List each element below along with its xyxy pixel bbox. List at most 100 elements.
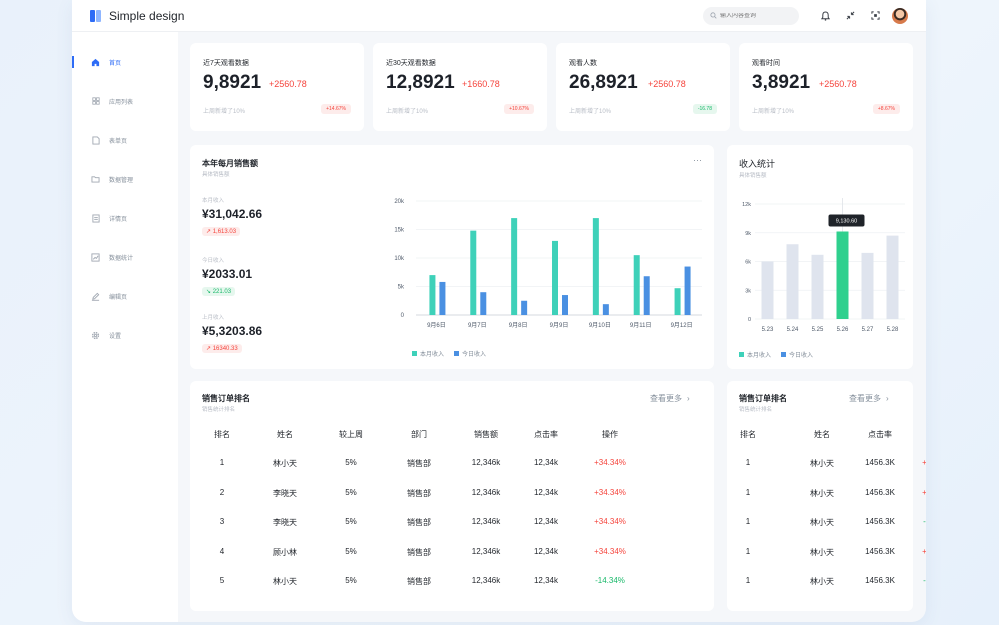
y-tick-label: 6k <box>745 260 751 266</box>
y-tick-label: 0 <box>748 317 751 323</box>
bar-today <box>602 304 609 315</box>
section-subtitle: 销售统计排名 <box>202 407 236 413</box>
table-cell: 林小天 <box>273 577 297 586</box>
scan-icon[interactable] <box>866 7 884 25</box>
sidebar-item-label: 设置 <box>109 333 122 340</box>
sidebar-item-apps[interactable]: 应用列表 <box>72 90 178 112</box>
stat-subtext: 上周新增了10% <box>569 109 612 115</box>
logo[interactable]: Simple design <box>90 9 184 23</box>
x-tick-label: 5.28 <box>887 327 899 333</box>
bell-icon[interactable] <box>816 7 834 25</box>
collapse-icon[interactable] <box>841 7 859 25</box>
table-cell: 4 <box>219 546 225 556</box>
column-header[interactable]: 销售额 <box>456 429 516 440</box>
x-tick-label: 9月10日 <box>589 322 611 329</box>
table-cell: 12,346k <box>471 546 501 556</box>
x-tick-label: 9月12日 <box>671 322 693 329</box>
x-tick-label: 5.27 <box>862 327 874 333</box>
sidebar-item-detail[interactable]: 详情页 <box>72 207 178 229</box>
bar-today <box>562 295 568 315</box>
bar-month <box>633 255 640 315</box>
bar <box>861 252 874 319</box>
status-badge: -16.78 <box>692 104 717 114</box>
table-cell: +34.34% <box>922 458 926 467</box>
table-cell: 李晓天 <box>273 488 297 498</box>
y-tick-label: 10k <box>394 256 405 262</box>
stat-subtext: 上周新增了10% <box>203 109 246 115</box>
search-input[interactable] <box>720 12 792 19</box>
x-tick-label: 9月8日 <box>509 322 528 329</box>
column-header[interactable]: 姓名 <box>792 429 852 440</box>
file-icon <box>91 136 100 145</box>
sidebar-item-settings[interactable]: 设置 <box>72 324 178 346</box>
section-subtitle: 销售统计排名 <box>739 407 773 413</box>
bar-highlighted <box>836 231 849 319</box>
bar-month <box>429 275 436 315</box>
chart-icon <box>91 252 100 262</box>
legend-item[interactable]: 今日收入 <box>781 350 813 359</box>
table-cell: 1 <box>745 517 751 526</box>
view-more-link[interactable]: 查看更多 › <box>650 393 690 404</box>
sales-ranking-card: 销售订单排名 销售统计排名 查看更多 › 排名 姓名 较上周 部门 销售额 点击率 操作 1 林… <box>190 381 714 611</box>
sidebar-item-data[interactable]: 数据管理 <box>72 168 178 190</box>
chart-legend: 本月收入 今日收入 <box>739 350 823 359</box>
legend-item[interactable]: 本月收入 <box>412 349 444 358</box>
column-header[interactable]: 较上周 <box>321 429 381 440</box>
sidebar-item-stats[interactable]: 数据统计 <box>72 246 178 268</box>
table-cell: 1456.3K <box>865 546 895 556</box>
search-icon <box>710 12 717 19</box>
stat-title: 近7天观看数据 <box>203 60 249 67</box>
table-cell: 销售部 <box>407 459 431 468</box>
stat-card-watch-time: 观看时间 3,8921 +2560.78 上周新增了10% +8.67% <box>739 43 913 131</box>
table-cell: -24.34% <box>923 517 926 526</box>
column-header[interactable]: 姓名 <box>255 429 315 440</box>
logo-icon <box>90 9 102 22</box>
stat-card-30days: 近30天观看数据 12,8921 +1660.78 上周新增了10% +10.6… <box>373 43 547 131</box>
table-cell: 销售部 <box>407 488 431 498</box>
table-cell: 1456.3K <box>865 458 895 467</box>
y-tick-label: 15k <box>394 228 405 234</box>
sidebar-item-form[interactable]: 表单页 <box>72 129 178 151</box>
avatar[interactable] <box>892 7 908 24</box>
status-badge: +8.67% <box>872 104 900 114</box>
table-cell: 12,346k <box>471 517 501 526</box>
table-cell: 5% <box>345 458 357 467</box>
table-cell: +34.34% <box>594 517 626 526</box>
x-tick-label: 5.23 <box>762 327 774 333</box>
bar <box>761 261 774 319</box>
search-box[interactable] <box>703 6 799 25</box>
home-icon <box>91 58 100 67</box>
table-cell: 1 <box>745 576 751 585</box>
view-more-link[interactable]: 查看更多 › <box>849 393 889 404</box>
sidebar-item-edit[interactable]: 编辑页 <box>72 285 178 307</box>
column-header[interactable]: 部门 <box>389 429 449 440</box>
bar <box>811 254 824 319</box>
legend-swatch <box>454 351 460 356</box>
legend-swatch <box>412 351 417 356</box>
table-cell: 12,34k <box>533 458 559 467</box>
table-cell: 1 <box>219 458 225 467</box>
bar <box>786 244 799 319</box>
table-cell: 销售部 <box>407 518 431 527</box>
table-cell: 销售部 <box>407 577 431 586</box>
sidebar-item-label: 应用列表 <box>109 99 134 106</box>
sidebar-item-label: 表单页 <box>109 138 128 145</box>
table-cell: 12,346k <box>471 458 501 467</box>
sidebar-item-home[interactable]: 首页 <box>72 51 178 73</box>
column-header[interactable]: 点击率 <box>516 429 576 440</box>
column-header[interactable]: 涨幅 <box>908 429 926 440</box>
column-header[interactable]: 点击率 <box>850 429 910 440</box>
legend-item[interactable]: 今日收入 <box>454 349 486 358</box>
stat-subtext: 上周新增了10% <box>752 109 795 115</box>
gear-icon <box>91 331 100 340</box>
sidebar-item-label: 数据管理 <box>109 177 134 184</box>
column-header[interactable]: 排名 <box>718 429 778 440</box>
column-header[interactable]: 排名 <box>192 429 252 440</box>
bar-today <box>643 276 650 315</box>
legend-item[interactable]: 本月收入 <box>739 350 771 359</box>
stat-delta: +2560.78 <box>648 79 686 89</box>
table-cell: 1 <box>745 487 751 497</box>
app-window: Simple design 首页 应用列表 <box>72 0 926 622</box>
table-cell: 李晓天 <box>273 518 297 527</box>
column-header[interactable]: 操作 <box>580 429 640 440</box>
